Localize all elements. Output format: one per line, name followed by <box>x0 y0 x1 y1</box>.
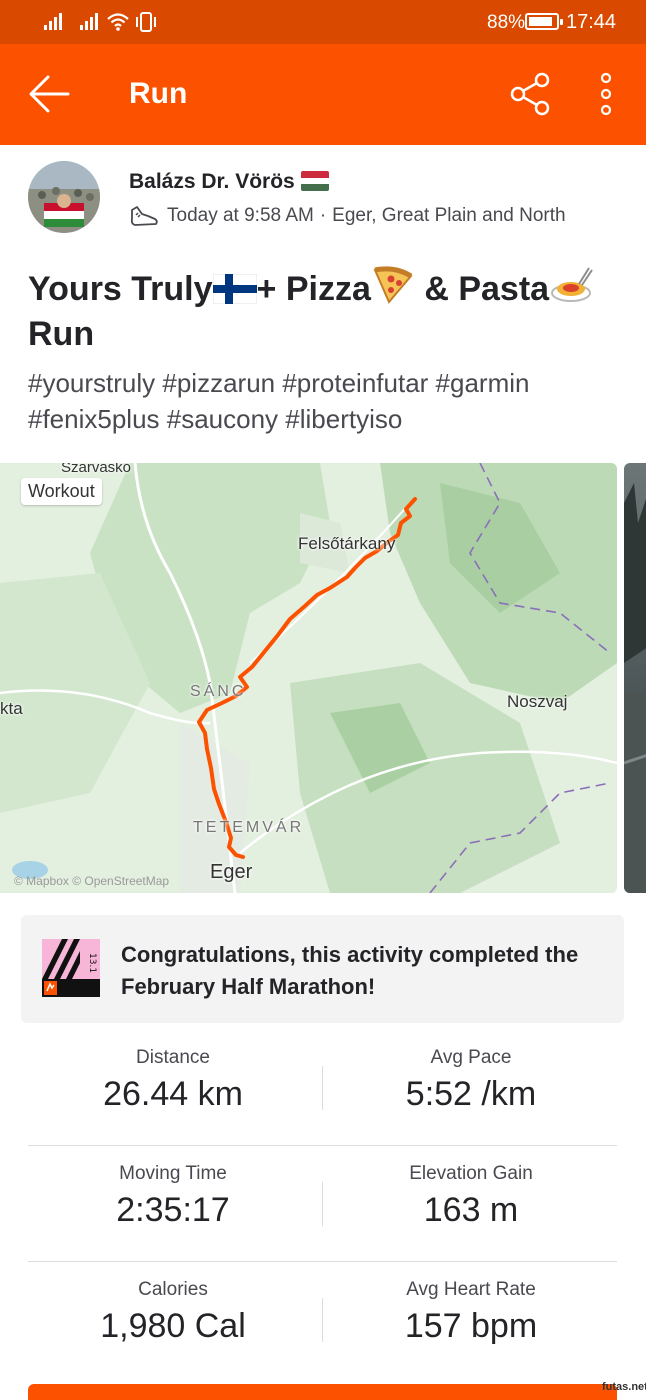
meta-separator: · <box>319 205 327 226</box>
battery-icon <box>525 13 563 30</box>
bottom-action-bar[interactable] <box>28 1384 617 1400</box>
stat-label: Moving Time <box>119 1163 227 1184</box>
map-label-tetemvar: TETEMVÁR <box>193 819 305 836</box>
battery-fill <box>529 17 552 26</box>
stat-avg-heart-rate: Avg Heart Rate 157 bpm <box>324 1279 618 1346</box>
app-bar: Run <box>0 44 646 145</box>
vibrate-icon <box>136 12 156 32</box>
route-map[interactable]: Szarvaskő Felsőtárkany SÁNC Noszvaj kta … <box>0 463 617 893</box>
spaghetti-icon <box>551 267 593 302</box>
wifi-icon <box>107 13 129 31</box>
title-part-3: & Pasta <box>414 270 550 308</box>
map-background <box>0 463 617 893</box>
stat-divider <box>322 1182 323 1226</box>
map-label-noszvaj: Noszvaj <box>507 692 568 711</box>
page-title: Run <box>129 77 188 110</box>
hungary-flag-icon <box>300 171 329 191</box>
activity-photo-thumbnail[interactable] <box>624 463 646 893</box>
map-label-kta: kta <box>0 699 23 718</box>
map-label-szarvasko: Szarvaskő <box>61 463 132 476</box>
stat-value: 163 m <box>423 1191 519 1229</box>
activity-time: Today at 9:58 AM <box>167 205 314 226</box>
avatar[interactable] <box>28 161 100 233</box>
stat-moving-time: Moving Time 2:35:17 <box>26 1163 320 1230</box>
watermark: futas.net <box>602 1381 646 1393</box>
avatar-image <box>28 161 100 233</box>
stat-label: Distance <box>136 1047 210 1068</box>
stat-value: 1,980 Cal <box>100 1307 246 1345</box>
stat-elevation-gain: Elevation Gain 163 m <box>324 1163 618 1230</box>
map-label-sanc: SÁNC <box>190 683 247 700</box>
stat-distance: Distance 26.44 km <box>26 1047 320 1114</box>
athlete-name-text: Balázs Dr. Vörös <box>129 170 295 193</box>
map-label-felsotarkany: Felsőtárkany <box>298 534 396 553</box>
share-icon[interactable] <box>508 72 552 116</box>
activity-meta: Today at 9:58 AM · Eger, Great Plain and… <box>129 204 566 228</box>
sim-signal-icon <box>44 13 62 30</box>
row-divider <box>28 1145 617 1146</box>
stat-label: Avg Pace <box>430 1047 512 1068</box>
stat-divider <box>322 1298 323 1342</box>
stat-value: 26.44 km <box>103 1075 243 1113</box>
battery-percent: 88% <box>487 12 526 33</box>
map-label-eger: Eger <box>210 861 253 883</box>
activity-title: Yours Truly + Pizza & Pasta Run <box>28 266 628 357</box>
status-bar: 88% 17:44 <box>0 0 646 44</box>
stat-label: Calories <box>138 1279 208 1300</box>
stat-value: 157 bpm <box>404 1307 538 1345</box>
arrow-left-icon[interactable] <box>28 74 70 114</box>
running-shoe-icon <box>130 206 158 226</box>
title-part-2: + Pizza <box>256 270 371 308</box>
title-part-1: Yours Truly <box>28 270 213 308</box>
activity-location: Eger, Great Plain and North <box>332 205 566 226</box>
stat-value: 2:35:17 <box>116 1191 230 1229</box>
stat-label: Elevation Gain <box>409 1163 533 1184</box>
challenge-badge-art: 13.1 <box>42 939 100 997</box>
stat-calories: Calories 1,980 Cal <box>26 1279 320 1346</box>
stat-value: 5:52 /km <box>405 1075 537 1113</box>
row-divider <box>28 1261 617 1262</box>
athlete-name[interactable]: Balázs Dr. Vörös <box>129 170 329 194</box>
more-vertical-icon[interactable] <box>596 72 616 116</box>
stat-divider <box>322 1066 323 1110</box>
finland-flag-icon <box>212 274 257 304</box>
map-attribution[interactable]: © Mapbox © OpenStreetMap <box>14 874 169 888</box>
title-part-4: Run <box>28 315 95 353</box>
stat-avg-pace: Avg Pace 5:52 /km <box>324 1047 618 1114</box>
workout-badge: Workout <box>21 478 102 505</box>
activity-description: #yourstruly #pizzarun #proteinfutar #gar… <box>28 368 530 434</box>
stat-label: Avg Heart Rate <box>406 1279 536 1300</box>
clock: 17:44 <box>566 11 617 33</box>
photo-image <box>624 483 646 893</box>
challenge-banner[interactable]: 13.1 Congratulations, this activity comp… <box>21 915 624 1023</box>
challenge-badge-number: 13.1 <box>87 953 97 973</box>
cell-signal-icon <box>80 13 98 30</box>
pizza-icon <box>373 266 413 304</box>
challenge-text: Congratulations, this activity completed… <box>121 942 579 999</box>
challenge-badge-icon: 13.1 <box>42 939 100 997</box>
